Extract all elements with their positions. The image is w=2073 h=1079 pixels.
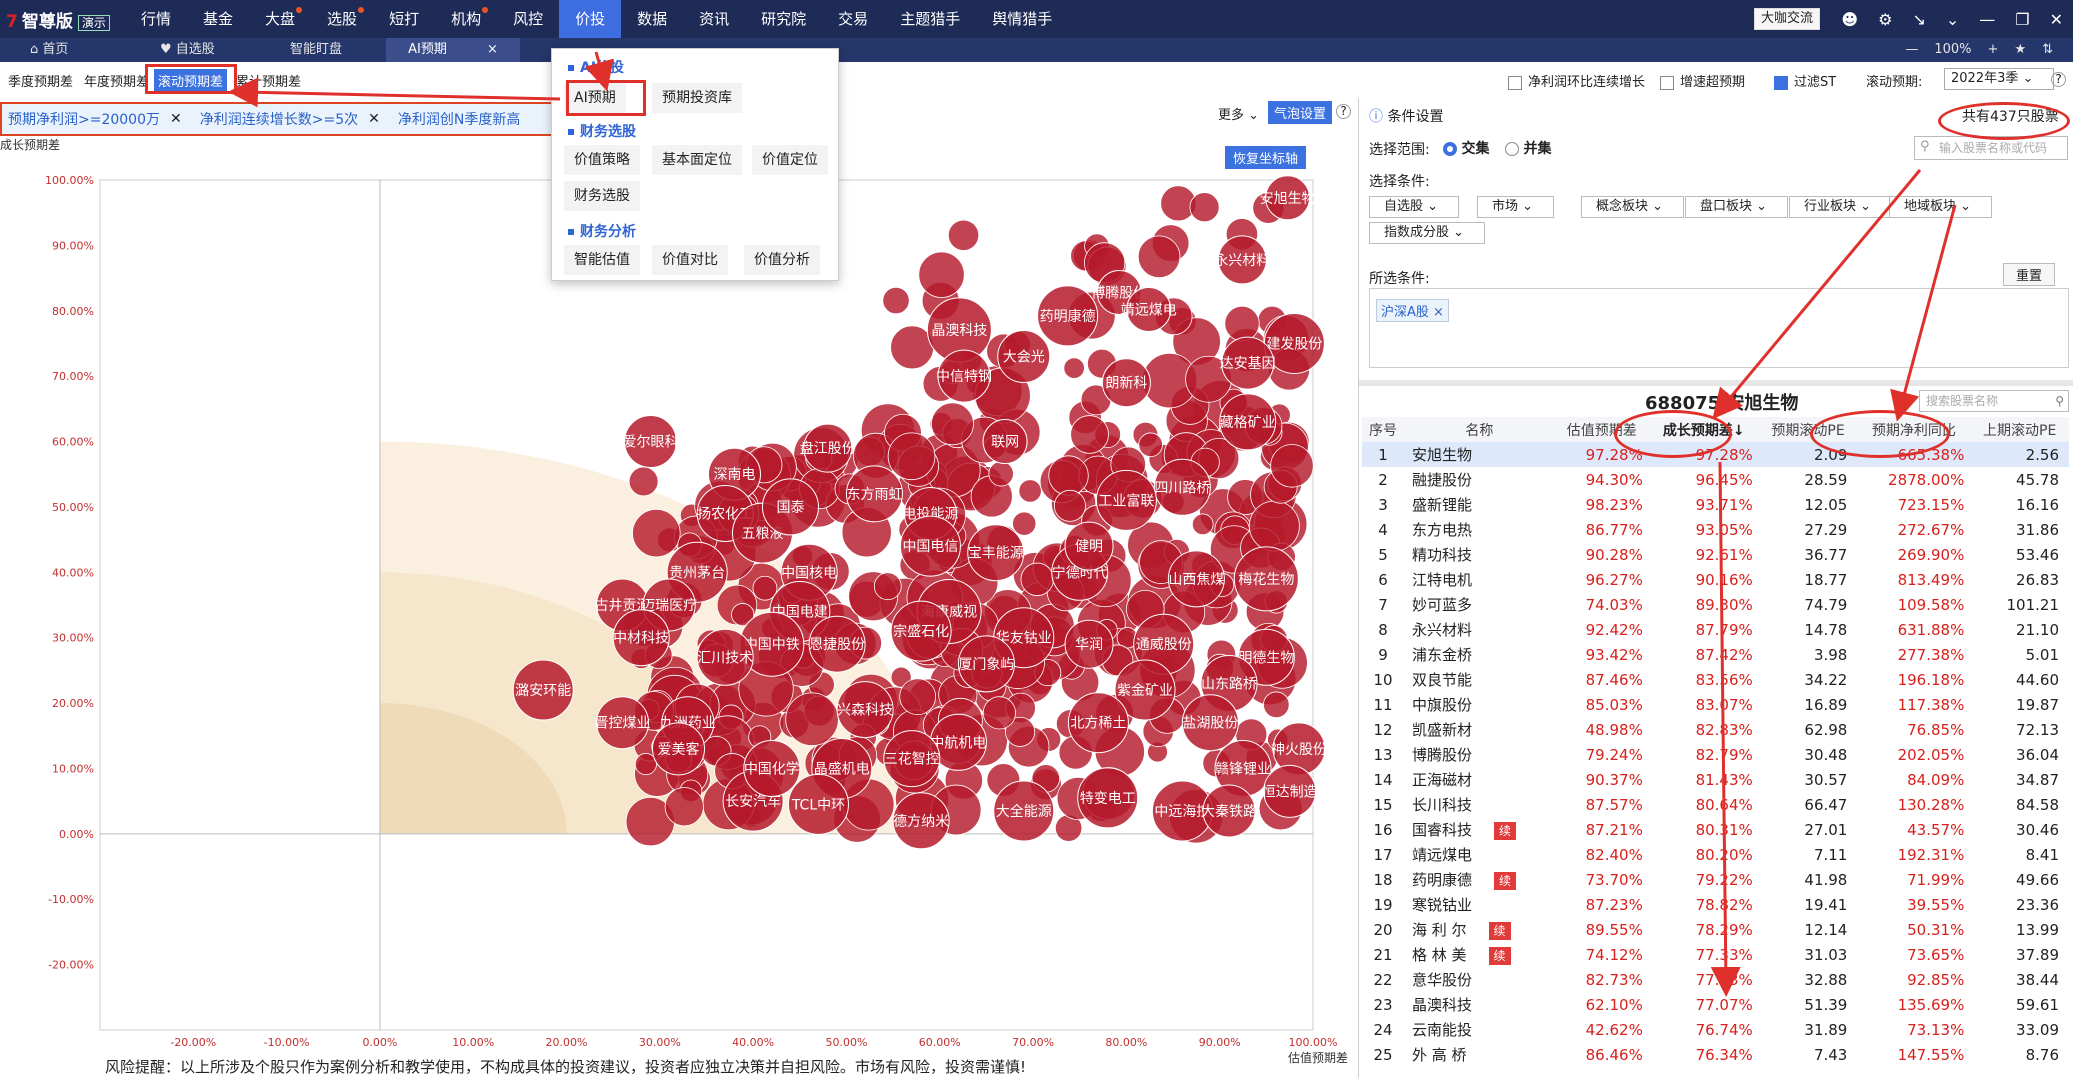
- arrow-to-rolling: [228, 77, 561, 108]
- arrow-to-growth: [1712, 169, 1922, 420]
- arrow-sort-down: [1710, 461, 1741, 997]
- arrow-to-ai: [584, 51, 614, 92]
- annotation-arrows: [228, 51, 1957, 997]
- arrow-to-profit: [1890, 204, 1957, 422]
